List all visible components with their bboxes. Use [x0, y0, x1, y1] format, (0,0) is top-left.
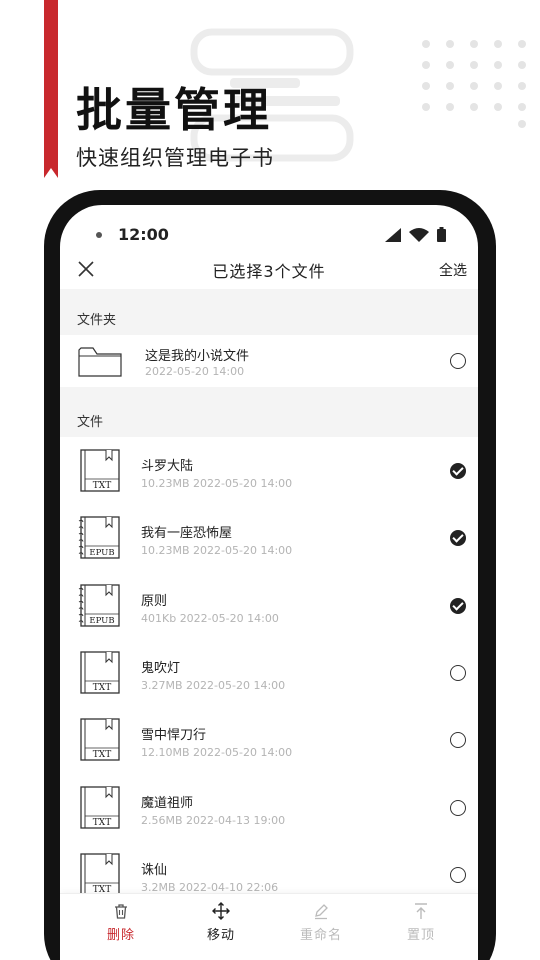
wifi-icon [409, 228, 429, 242]
status-bar: 12:00 [60, 205, 478, 255]
file-meta: 12.10MB 2022-05-20 14:00 [141, 746, 293, 760]
pin-to-top-icon [415, 903, 427, 919]
section-header-files: 文件 [60, 387, 478, 437]
format-label: TXT [93, 481, 111, 491]
pencil-icon [315, 904, 328, 920]
folder-icon [78, 347, 122, 377]
selection-count-title: 已选择3个文件 [212, 262, 326, 281]
move-button[interactable]: 移动 [181, 902, 261, 943]
table-row[interactable]: TXT 斗罗大陆 10.23MB 2022-05-20 14:00 [60, 437, 478, 505]
cellular-signal-icon [385, 228, 401, 242]
checkbox-unchecked[interactable] [450, 799, 466, 816]
file-meta: 2.56MB 2022-04-13 19:00 [141, 813, 286, 827]
section-header-folders: 文件夹 [60, 289, 478, 335]
status-time: 12:00 [118, 225, 169, 244]
background-dot-grid [422, 40, 526, 128]
pin-to-top-button[interactable]: 置顶 [381, 902, 461, 943]
file-name: 斗罗大陆 [141, 459, 194, 474]
file-name: 原则 [141, 593, 168, 609]
file-meta: 10.23MB 2022-05-20 14:00 [141, 544, 293, 558]
phone-screen: 12:00 已选择3个文件 全选 文件夹 这是我的小说文件 2022-05-20… [60, 205, 478, 960]
file-name: 魔道祖师 [141, 795, 194, 811]
hero-title: 批量管理 [76, 83, 272, 137]
format-label: TXT [93, 750, 111, 760]
checkbox-unchecked[interactable] [450, 732, 466, 749]
checkbox-unchecked[interactable] [450, 353, 466, 369]
section-label: 文件夹 [77, 313, 117, 328]
selection-top-bar: 已选择3个文件 全选 [60, 255, 478, 289]
file-meta: 3.27MB 2022-05-20 14:00 [141, 678, 286, 692]
txt-book-icon: TXT [80, 853, 120, 896]
folder-name: 这是我的小说文件 [145, 349, 250, 364]
rename-label: 重命名 [299, 928, 342, 943]
format-label: EPUB [89, 616, 114, 626]
hero-subtitle: 快速组织管理电子书 [76, 146, 274, 170]
trash-icon [115, 904, 127, 919]
txt-book-icon: TXT [80, 718, 120, 761]
format-label: EPUB [89, 548, 114, 558]
folder-meta: 2022-05-20 14:00 [145, 365, 245, 378]
file-meta: 401Kb 2022-05-20 14:00 [141, 611, 279, 625]
battery-icon [437, 227, 446, 242]
bottom-action-bar: 删除 移动 重命名 置顶 [60, 893, 478, 960]
file-meta: 10.23MB 2022-05-20 14:00 [141, 477, 293, 490]
list-item[interactable]: 这是我的小说文件 2022-05-20 14:00 [60, 335, 478, 387]
table-row[interactable]: TXT 魔道祖师 2.56MB 2022-04-13 19:00 [60, 773, 478, 841]
table-row[interactable]: TXT 雪中悍刀行 12.10MB 2022-05-20 14:00 [60, 706, 478, 774]
status-icons [385, 227, 446, 242]
checkbox-checked[interactable] [450, 597, 466, 614]
file-name: 诛仙 [141, 862, 168, 878]
accent-red-bar [44, 0, 58, 178]
epub-book-icon: EPUB [78, 516, 120, 559]
format-label: TXT [93, 818, 111, 828]
file-name: 鬼吹灯 [141, 660, 181, 676]
camera-dot [96, 232, 102, 238]
table-row[interactable]: EPUB 原则 401Kb 2022-05-20 14:00 [60, 571, 478, 639]
checkbox-unchecked[interactable] [450, 664, 466, 681]
checkbox-checked[interactable] [450, 530, 466, 547]
file-name: 我有一座恐怖屋 [141, 526, 233, 542]
move-label: 移动 [206, 928, 235, 943]
file-meta: 3.2MB 2022-04-10 22:06 [141, 880, 279, 894]
checkbox-checked[interactable] [450, 463, 466, 479]
pin-to-top-label: 置顶 [406, 928, 435, 943]
section-label: 文件 [77, 415, 104, 430]
delete-label: 删除 [106, 928, 135, 943]
delete-button[interactable]: 删除 [81, 902, 161, 943]
epub-book-icon: EPUB [78, 583, 120, 627]
txt-book-icon: TXT [80, 785, 120, 829]
txt-book-icon: TXT [80, 449, 120, 492]
file-name: 雪中悍刀行 [141, 728, 207, 744]
table-row[interactable]: EPUB 我有一座恐怖屋 10.23MB 2022-05-20 14:00 [60, 504, 478, 572]
select-all-button[interactable]: 全选 [439, 260, 467, 280]
table-row[interactable]: TXT 鬼吹灯 3.27MB 2022-05-20 14:00 [60, 638, 478, 707]
format-label: TXT [93, 683, 111, 693]
checkbox-unchecked[interactable] [450, 866, 466, 883]
move-arrows-icon [212, 902, 230, 920]
rename-button[interactable]: 重命名 [281, 902, 361, 943]
txt-book-icon: TXT [80, 651, 120, 694]
